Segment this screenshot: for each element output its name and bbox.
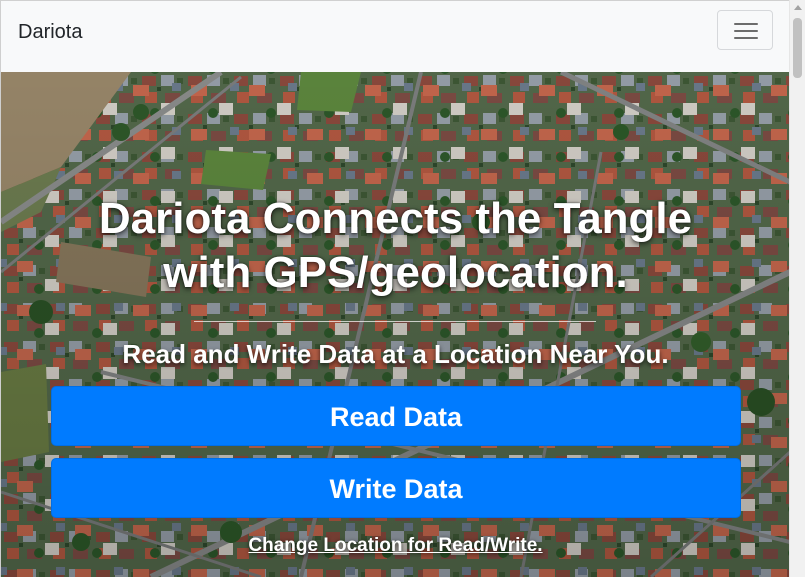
hero-content: Dariota Connects the Tangle with GPS/geo… — [1, 72, 790, 577]
hero-divider — [194, 321, 596, 322]
hero-section: Dariota Connects the Tangle with GPS/geo… — [1, 72, 790, 577]
hamburger-menu-icon-bar — [734, 30, 758, 32]
browser-viewport: Dariota Dariota Connects the Tangle with… — [0, 0, 805, 577]
vertical-scrollbar[interactable] — [789, 0, 805, 577]
read-data-button[interactable]: Read Data — [51, 386, 741, 446]
scroll-up-arrow-icon[interactable] — [794, 5, 802, 10]
navbar: Dariota — [1, 0, 790, 72]
hamburger-menu-icon — [734, 23, 758, 25]
navbar-brand[interactable]: Dariota — [18, 20, 82, 44]
hero-subtitle: Read and Write Data at a Location Near Y… — [122, 339, 669, 369]
hamburger-menu-icon-bar — [734, 37, 758, 39]
change-location-link[interactable]: Change Location for Read/Write. — [1, 535, 790, 557]
scrollbar-thumb[interactable] — [793, 18, 802, 78]
hero-title: Dariota Connects the Tangle with GPS/geo… — [98, 194, 693, 297]
navbar-toggler-button[interactable] — [717, 10, 773, 50]
write-data-button[interactable]: Write Data — [51, 458, 741, 518]
